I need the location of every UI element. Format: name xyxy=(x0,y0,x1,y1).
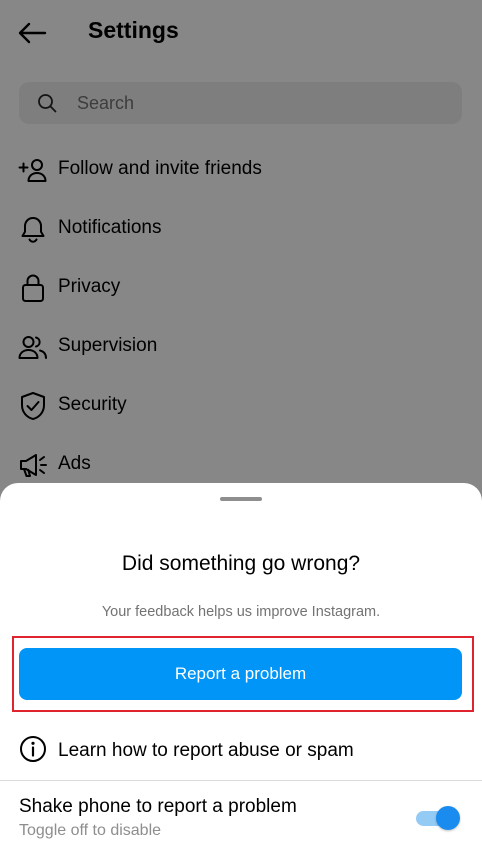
report-problem-button[interactable]: Report a problem xyxy=(19,648,462,700)
learn-report-abuse-link[interactable]: Learn how to report abuse or spam xyxy=(0,720,482,776)
shake-to-report-setting: Shake phone to report a problem Toggle o… xyxy=(0,781,482,867)
toggle-knob xyxy=(436,806,460,830)
sheet-title: Did something go wrong? xyxy=(121,552,361,575)
learn-link-label: Learn how to report abuse or spam xyxy=(58,740,354,761)
shake-setting-subtitle: Toggle off to disable xyxy=(19,822,162,839)
info-icon xyxy=(20,736,46,762)
report-bottom-sheet: Did something go wrong? Your feedback he… xyxy=(0,483,482,867)
shake-setting-title: Shake phone to report a problem xyxy=(19,796,297,817)
sheet-subtitle: Your feedback helps us improve Instagram… xyxy=(101,604,381,620)
shake-toggle[interactable] xyxy=(416,806,460,830)
drag-handle[interactable] xyxy=(220,497,262,501)
